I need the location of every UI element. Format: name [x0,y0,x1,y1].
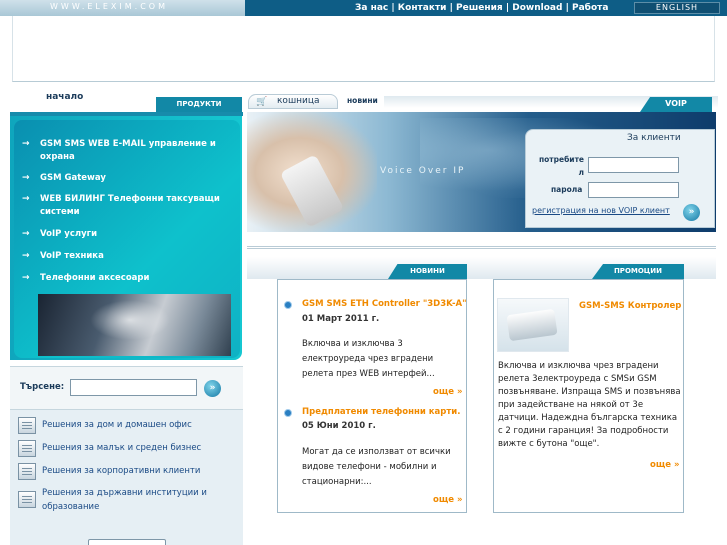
shopping-cart-icon: 🛒 [256,97,268,107]
news-item-date: 01 Март 2011 г. [302,314,380,324]
menu-item-voip-services[interactable]: → VoIP услуги [22,228,232,241]
top-nav: За нас | Контакти | Решения | Download |… [355,3,609,13]
menu-item-gsm-gateway[interactable]: → GSM Gateway [22,172,232,185]
english-language-button[interactable]: ENGLISH [634,2,720,14]
menu-item-gsm-sms-web[interactable]: → GSM SMS WEB E-MAIL управление и охрана [22,138,232,164]
arrow-right-icon: → [22,139,30,149]
arrow-right-icon: → [22,251,30,261]
news-tab[interactable]: новини [347,96,378,105]
hero-caption: Voice Over IP [380,166,466,176]
site-url: WWW.ELEXIM.COM [50,2,168,11]
news-item-body: Включва и изключва 3 електроуреда чрез в… [302,339,435,379]
menu-photo-highlight [90,300,170,340]
bullet-icon [284,409,292,417]
arrow-right-icon: → [22,173,30,183]
promotions-section-header: ПРОМОЦИИ [592,264,684,279]
bullet-icon [284,301,292,309]
promo-title[interactable]: GSM-SMS Контролер [579,301,681,311]
news-more-link[interactable]: още » [433,387,462,397]
page: WWW.ELEXIM.COM За нас | Контакти | Решен… [0,0,727,545]
register-voip-client-link[interactable]: регистрация на нов VOIP клиент [532,206,670,215]
news-item-title[interactable]: GSM SMS ETH Controller "3D3K-A" [302,299,467,309]
news-section-header: НОВИНИ [388,264,467,279]
voip-tab[interactable]: VOIP [640,97,712,112]
menu-item-web-billing[interactable]: → WEB БИЛИНГ Телефонни таксуващи системи [22,193,232,219]
document-icon [18,463,36,480]
products-tab[interactable]: ПРОДУКТИ [156,97,242,112]
search-label: Търсене: [20,382,65,392]
solution-government-link[interactable]: Решения за държавни институции и образов… [42,486,232,514]
news-more-link[interactable]: още » [433,495,462,505]
arrow-right-icon: → [22,273,30,283]
menu-item-voip-hardware[interactable]: → VoIP техника [22,250,232,263]
arrow-right-icon: → [22,229,30,239]
nav-about[interactable]: За нас [355,3,388,13]
news-item-date: 05 Юни 2010 г. [302,421,376,431]
document-icon [18,440,36,457]
news-item-title[interactable]: Предплатени телефонни карти. [302,407,460,417]
username-field[interactable] [588,157,679,173]
arrow-right-icon: → [22,194,30,204]
bottom-button[interactable] [88,539,166,545]
promo-body: Включва и изключва чрез вградени релета … [498,361,681,449]
news-item-body: Могат да се използват от всички видове т… [302,447,451,487]
solution-corporate-link[interactable]: Решения за корпоративни клиенти [42,464,232,478]
nav-jobs[interactable]: Работа [572,3,608,13]
banner-area [12,16,715,82]
username-label: потребите л [538,155,584,177]
nav-download[interactable]: Download [512,3,562,13]
client-login-title: За клиенти [627,133,681,143]
search-go-button[interactable]: » [204,380,221,397]
search-input[interactable] [70,379,197,396]
solution-small-business-link[interactable]: Решения за малък и среден бизнес [42,441,232,455]
document-icon [18,491,36,508]
menu-item-phone-accessories[interactable]: → Телефонни аксесоари [22,272,232,285]
login-go-button[interactable]: » [683,204,700,221]
nav-solutions[interactable]: Решения [456,3,503,13]
solution-home-office-link[interactable]: Решения за дом и домашен офис [42,418,232,432]
nav-contacts[interactable]: Контакти [398,3,447,13]
password-label: парола [551,185,583,194]
home-link[interactable]: начало [46,92,83,102]
document-icon [18,417,36,434]
promo-more-link[interactable]: още » [650,460,679,470]
password-field[interactable] [588,182,679,198]
section-divider [247,246,716,249]
